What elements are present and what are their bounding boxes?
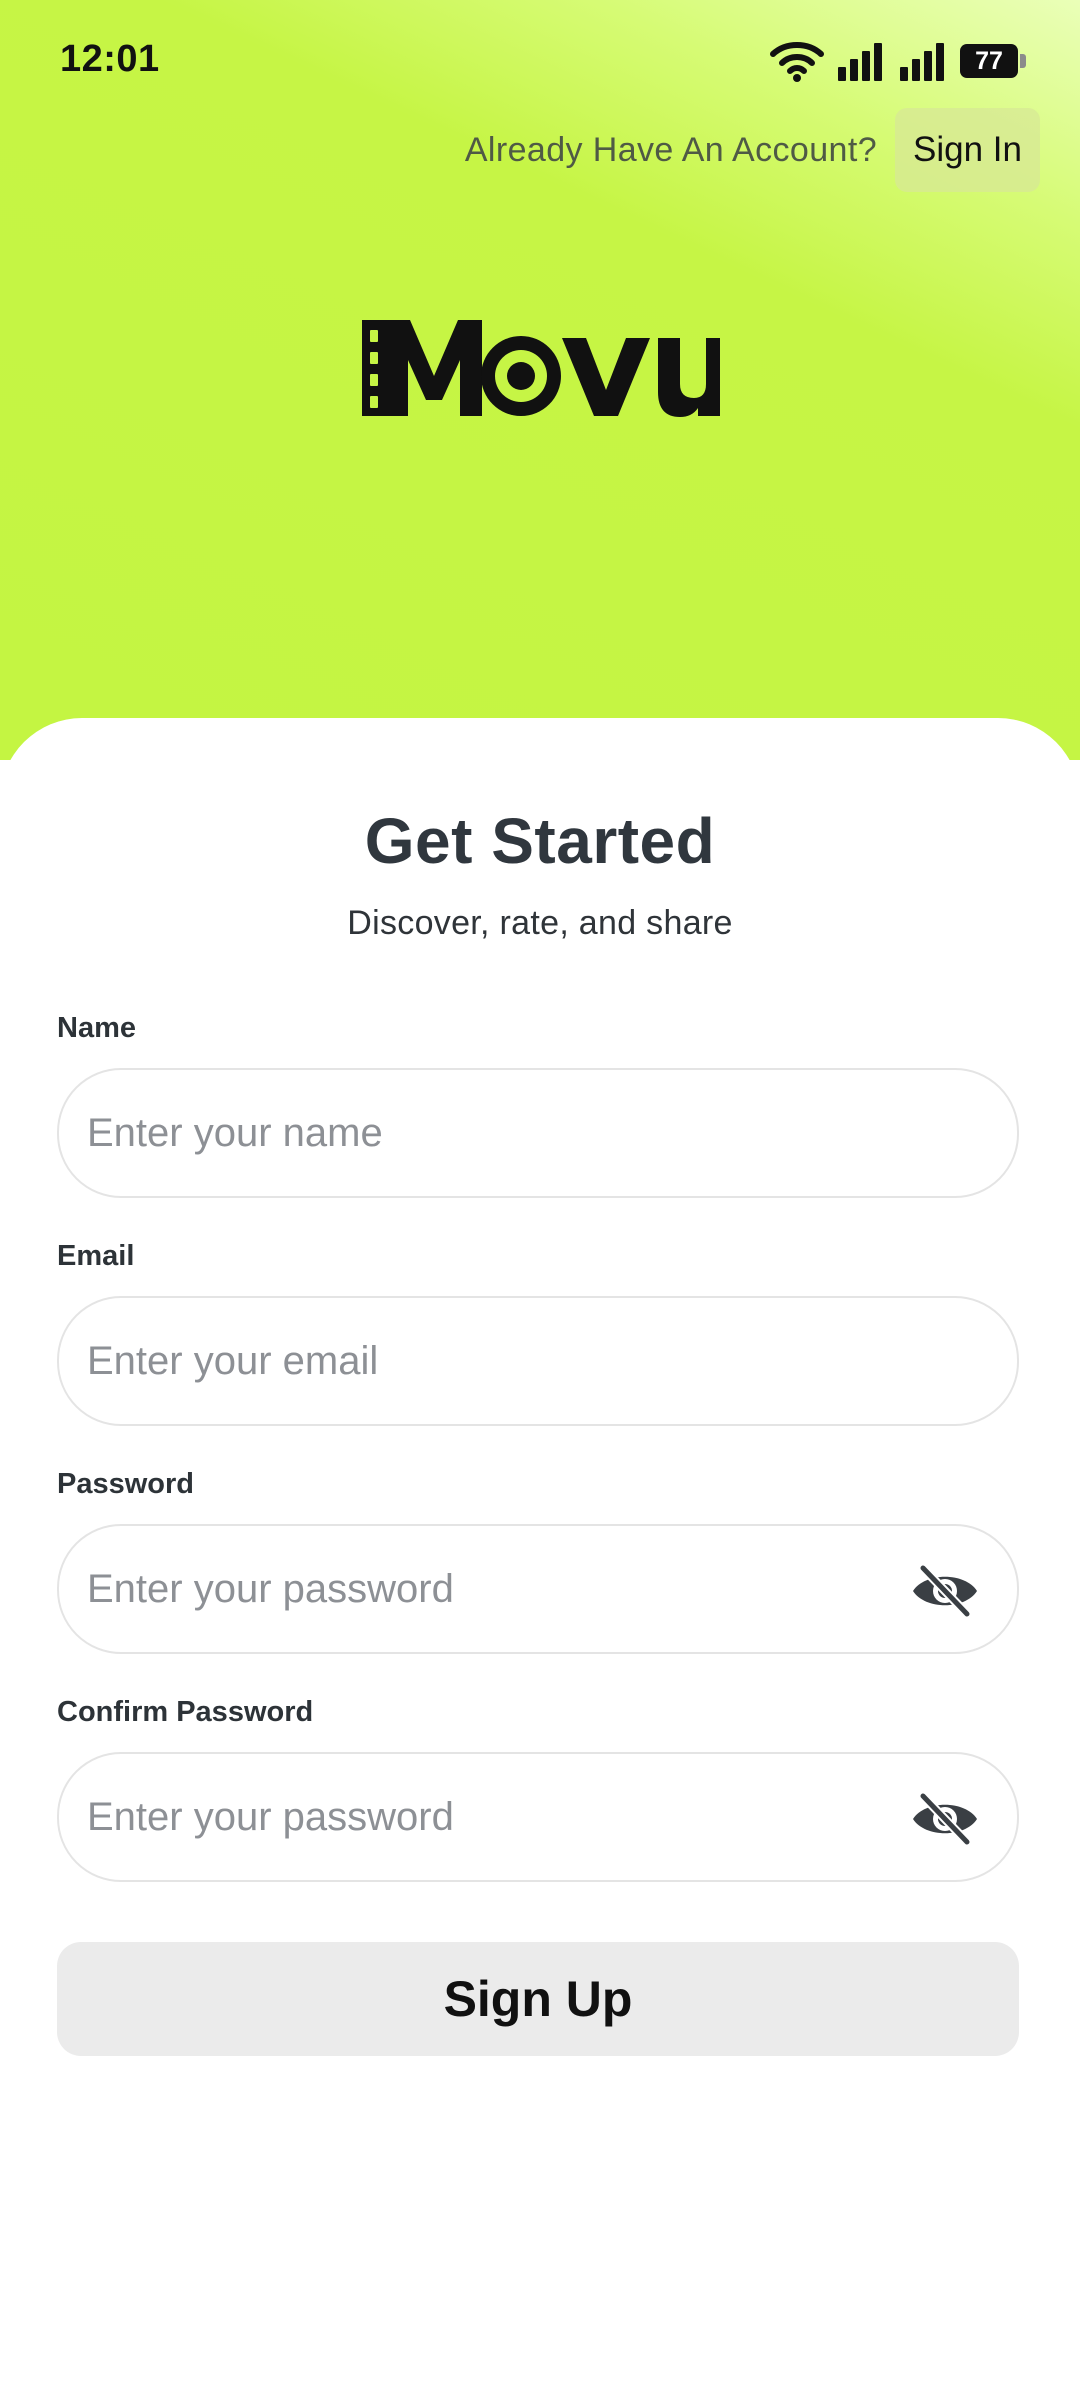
movu-logo <box>362 320 720 417</box>
eye-off-icon[interactable] <box>909 1792 981 1846</box>
page-subtitle: Discover, rate, and share <box>347 904 733 942</box>
page-title: Get Started <box>364 805 716 877</box>
account-row: Already Have An Account? Sign In <box>465 108 1040 192</box>
sign-up-button[interactable]: Sign Up <box>57 1942 1019 2056</box>
eye-off-icon[interactable] <box>909 1564 981 1618</box>
password-input[interactable] <box>87 1526 907 1652</box>
sign-in-button[interactable]: Sign In <box>895 108 1040 192</box>
name-label: Name <box>57 1012 136 1044</box>
account-prompt: Already Have An Account? <box>464 130 878 169</box>
confirm-password-input[interactable] <box>87 1754 907 1880</box>
battery-icon: 77 <box>960 44 1026 78</box>
confirm-password-field[interactable] <box>57 1752 1019 1882</box>
name-field[interactable] <box>57 1068 1019 1198</box>
status-time: 12:01 <box>60 38 160 80</box>
password-field[interactable] <box>57 1524 1019 1654</box>
status-icons: 77 <box>770 40 1026 82</box>
battery-level: 77 <box>975 46 1003 75</box>
status-bar: 12:01 77 <box>0 0 1080 120</box>
hero-background: 12:01 77 Already Have An Account? Sign I… <box>0 0 1080 760</box>
password-label: Password <box>57 1468 194 1500</box>
wifi-icon <box>770 42 824 82</box>
signup-card: Get Started Discover, rate, and share Na… <box>0 718 1080 2400</box>
email-field[interactable] <box>57 1296 1019 1426</box>
signal-icon <box>838 43 882 81</box>
signal-icon <box>900 43 944 81</box>
confirm-password-label: Confirm Password <box>57 1696 314 1728</box>
name-input[interactable] <box>87 1070 907 1196</box>
email-input[interactable] <box>87 1298 907 1424</box>
email-label: Email <box>57 1240 135 1272</box>
